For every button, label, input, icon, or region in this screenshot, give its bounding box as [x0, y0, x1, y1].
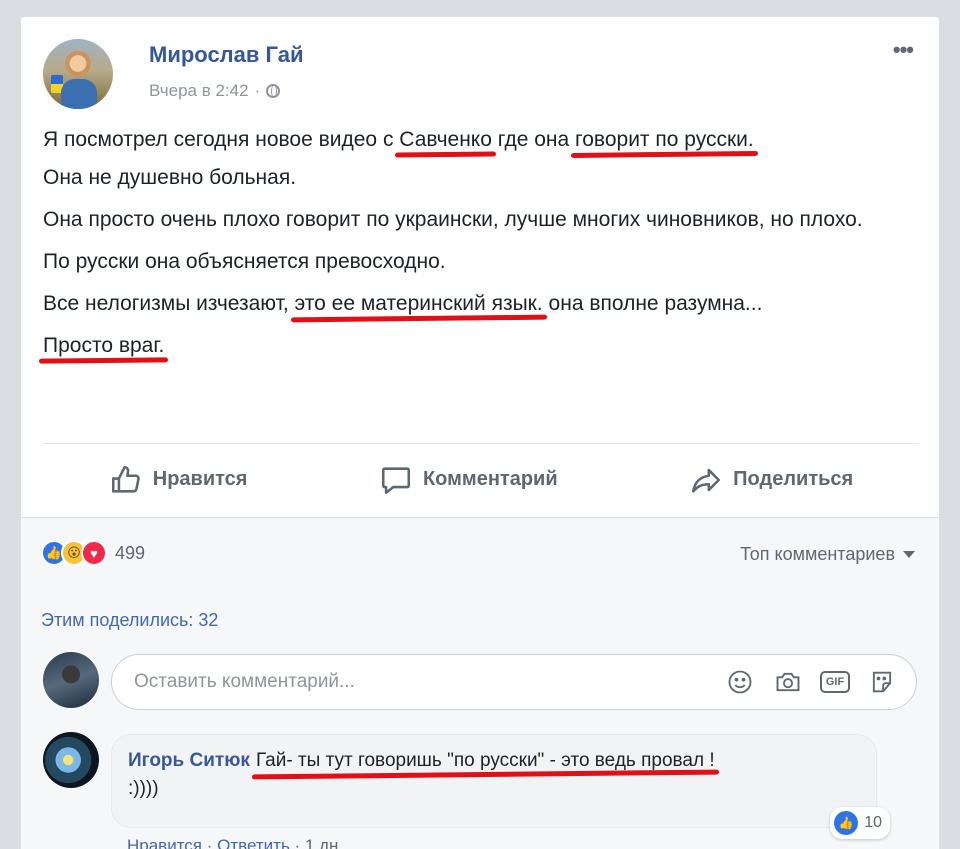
paragraph-2: Она не душевно больная.: [43, 166, 297, 189]
text-run: где она: [491, 128, 576, 151]
comment-like-link[interactable]: Нравится: [127, 836, 202, 849]
like-reaction-icon: 👍: [834, 811, 859, 835]
post-card: Мирослав Гай Вчера в 2:42 · ••• Я посмот…: [20, 16, 940, 849]
comment-reaction-count[interactable]: 👍 10: [830, 807, 890, 839]
user-avatar[interactable]: [43, 652, 99, 708]
separator: ·: [294, 836, 305, 849]
camera-icon[interactable]: [772, 667, 804, 697]
commenter-avatar[interactable]: [43, 732, 99, 788]
emoji-icon-graphic: [728, 670, 752, 694]
comment-input[interactable]: Оставить комментарий... GIF: [111, 654, 917, 710]
post-meta: Вчера в 2:42 ·: [149, 81, 281, 101]
camera-icon-graphic: [776, 672, 800, 692]
sticker-icon[interactable]: [866, 667, 898, 697]
text-run: она вполне разумна...: [542, 292, 763, 315]
post-body: Я посмотрел сегодня новое видео с Савчен…: [43, 125, 913, 373]
like-label: Нравится: [152, 468, 248, 490]
composer-icons: GIF: [724, 667, 898, 697]
like-button[interactable]: Нравится: [109, 463, 248, 497]
separator: ·: [206, 836, 218, 849]
shares-count[interactable]: Этим поделились: 32: [41, 610, 218, 631]
gif-icon[interactable]: GIF: [820, 671, 850, 693]
chevron-down-icon: [903, 551, 915, 558]
paragraph-1: Я посмотрел сегодня новое видео с Савчен…: [43, 125, 913, 155]
post-header: Мирослав Гай Вчера в 2:42 · •••: [43, 37, 914, 109]
globe-icon[interactable]: [266, 84, 281, 98]
highlighted-text: Просто враг.: [43, 334, 165, 357]
paragraph-4: По русски она объясняется превосходно.: [43, 250, 446, 273]
comment-placeholder: Оставить комментарий...: [134, 671, 355, 692]
text-run: Все нелогизмы изчезают,: [43, 292, 295, 315]
meta-separator: ·: [254, 81, 261, 100]
comment-label: Комментарий: [422, 468, 558, 490]
highlighted-text: это ее материнский язык.: [294, 292, 543, 315]
comment-text-line-2: :)))): [128, 778, 159, 799]
sort-label: Топ комментариев: [740, 544, 895, 564]
sticker-icon-graphic: [872, 671, 892, 693]
paragraph-3: Она просто очень плохо говорит по украин…: [43, 208, 863, 231]
author-avatar[interactable]: [43, 39, 113, 109]
love-reaction-icon: ♥: [81, 540, 107, 566]
action-bar: Нравится Комментарий Поделиться: [43, 443, 919, 515]
ellipsis-icon[interactable]: •••: [893, 37, 914, 63]
reactions-summary[interactable]: 👍 😮 ♥ 499: [41, 540, 145, 566]
comment-time[interactable]: 1 дн.: [305, 836, 343, 849]
share-button[interactable]: Поделиться: [689, 463, 853, 497]
paragraph-5: Все нелогизмы изчезают, это ее материнск…: [43, 289, 913, 319]
share-arrow-icon: [692, 468, 721, 493]
comment-likes: 10: [864, 814, 882, 831]
share-label: Поделиться: [733, 468, 854, 490]
comment-sort-dropdown[interactable]: Топ комментариев: [740, 544, 915, 565]
highlighted-text: говорит по русски.: [575, 128, 754, 151]
reaction-count: 499: [115, 542, 146, 563]
engagement-section: 👍 😮 ♥ 499 Топ комментариев Этим поделили…: [21, 517, 939, 849]
avatar-figure: [61, 79, 97, 109]
comment-author[interactable]: Игорь Ситюк: [128, 750, 250, 771]
comment-actions: Нравится · Ответить · 1 дн.: [127, 836, 343, 849]
emoji-icon[interactable]: [724, 667, 756, 697]
highlighted-text: Савченко: [399, 128, 492, 151]
comment-text: Гай- ты тут говоришь "по русски" - это в…: [255, 750, 715, 771]
comment-reply-link[interactable]: Ответить: [217, 836, 290, 849]
paragraph-6: Просто враг.: [43, 331, 913, 361]
comment-button[interactable]: Комментарий: [379, 463, 558, 497]
thumbs-up-icon: [111, 465, 140, 493]
post-timestamp[interactable]: Вчера в 2:42: [149, 81, 249, 101]
speech-bubble-icon: [381, 466, 410, 494]
author-name[interactable]: Мирослав Гай: [149, 42, 303, 68]
comment-bubble: Игорь Ситюк Гай- ты тут говоришь "по русс…: [111, 734, 890, 839]
text-run: Я посмотрел сегодня новое видео с: [43, 128, 400, 151]
